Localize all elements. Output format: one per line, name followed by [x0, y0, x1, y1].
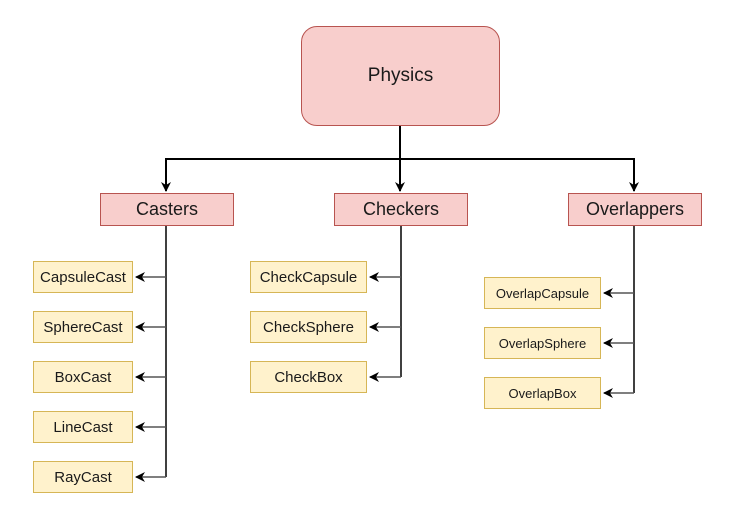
checkcapsule-node[interactable]: CheckCapsule: [250, 261, 367, 293]
checkbox-node[interactable]: CheckBox: [250, 361, 367, 393]
capsulecast-label: CapsuleCast: [40, 268, 126, 286]
checksphere-node[interactable]: CheckSphere: [250, 311, 367, 343]
physics-label: Physics: [367, 65, 434, 86]
overlapbox-node[interactable]: OverlapBox: [484, 377, 601, 409]
checkcapsule-label: CheckCapsule: [259, 268, 358, 286]
raycast-node[interactable]: RayCast: [33, 461, 133, 493]
checkers-node[interactable]: Checkers: [334, 193, 468, 226]
overlapbox-label: OverlapBox: [508, 385, 577, 401]
boxcast-node[interactable]: BoxCast: [33, 361, 133, 393]
connector-root-to-casters: [161, 126, 401, 192]
linecast-label: LineCast: [53, 418, 113, 436]
boxcast-label: BoxCast: [54, 368, 112, 386]
overlappers-node[interactable]: Overlappers: [568, 193, 702, 226]
capsulecast-node[interactable]: CapsuleCast: [33, 261, 133, 293]
overlapsphere-node[interactable]: OverlapSphere: [484, 327, 601, 359]
spherecast-node[interactable]: SphereCast: [33, 311, 133, 343]
overlapsphere-label: OverlapSphere: [498, 335, 587, 351]
casters-node[interactable]: Casters: [100, 193, 234, 226]
checksphere-label: CheckSphere: [263, 318, 354, 336]
checkers-label: Checkers: [362, 199, 440, 219]
raycast-label: RayCast: [54, 468, 112, 486]
connector-root-to-overlappers: [400, 158, 639, 192]
checkbox-label: CheckBox: [274, 368, 343, 386]
spherecast-label: SphereCast: [43, 318, 123, 336]
casters-label: Casters: [135, 199, 198, 219]
overlapcapsule-label: OverlapCapsule: [495, 285, 590, 301]
overlapcapsule-node[interactable]: OverlapCapsule: [484, 277, 601, 309]
linecast-node[interactable]: LineCast: [33, 411, 133, 443]
physics-root-node[interactable]: Physics: [301, 26, 500, 126]
overlappers-label: Overlappers: [585, 199, 685, 219]
